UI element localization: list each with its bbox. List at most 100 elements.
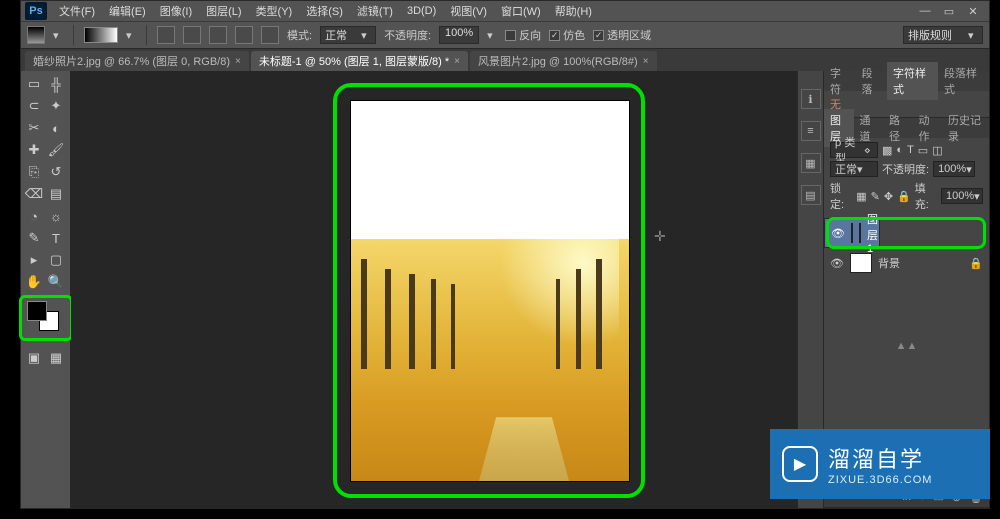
menu-edit[interactable]: 编辑(E) [103,1,152,21]
layer-thumbnail[interactable] [850,253,872,273]
hand-tool[interactable]: ✋ [23,271,45,293]
chevron-down-icon[interactable]: ▾ [487,29,497,42]
document-image [351,239,629,481]
crop-tool[interactable]: ✂ [23,117,45,139]
gradient-preview[interactable] [84,27,118,43]
tab-character[interactable]: 字符 [824,62,856,100]
transparency-checkbox[interactable]: ✓透明区域 [593,27,651,43]
layout-rule-select[interactable]: 排版规则▾ [903,26,983,44]
watermark: ▶ 溜溜自学 ZIXUE.3D66.COM [770,429,990,499]
chevron-down-icon[interactable]: ▾ [126,29,136,42]
shape-tool[interactable]: ▢ [45,249,67,271]
dither-checkbox[interactable]: ✓仿色 [549,27,585,43]
document-tab[interactable]: 风景图片2.jpg @ 100%(RGB/8#)× [470,51,657,71]
color-swatches[interactable] [23,299,68,339]
gradient-tool[interactable]: ▤ [45,183,67,205]
chevron-down-icon[interactable]: ▾ [53,29,63,42]
opacity-label: 不透明度: [882,161,929,177]
opacity-label: 不透明度: [384,27,431,43]
type-tool[interactable]: T [45,227,67,249]
lock-all-icon[interactable]: 🔒 [897,190,911,203]
lock-pixels-icon[interactable]: ✎ [871,190,880,203]
menu-view[interactable]: 视图(V) [444,1,493,21]
menu-type[interactable]: 类型(Y) [250,1,299,21]
watermark-sub: ZIXUE.3D66.COM [828,474,932,486]
tab-para-style[interactable]: 段落样式 [938,62,989,100]
styles-panel-icon[interactable]: ▤ [801,185,821,205]
close-icon[interactable]: × [454,56,460,67]
screenmode-toggle[interactable]: ▦ [45,347,67,369]
layer-fill-input[interactable]: 100%▾ [941,188,983,204]
fill-label: 填充: [915,180,937,212]
magic-wand-tool[interactable]: ✦ [45,95,67,117]
menu-layer[interactable]: 图层(L) [200,1,247,21]
close-icon[interactable]: × [643,56,649,67]
lasso-tool[interactable]: ⊂ [23,95,45,117]
angle-gradient-icon[interactable] [209,26,227,44]
canvas-area[interactable]: ✛ [71,71,797,508]
lock-trans-icon[interactable]: ▦ [856,190,866,203]
marquee-tool[interactable]: ▭ [23,73,45,95]
move-tool[interactable]: ╬ [45,73,67,95]
foreground-color-swatch[interactable] [27,301,47,321]
blend-mode-select[interactable]: 正常▾ [830,161,878,177]
window-close-icon[interactable]: ✕ [961,3,985,19]
diamond-gradient-icon[interactable] [261,26,279,44]
tab-char-style[interactable]: 字符样式 [887,62,938,100]
eyedropper-tool[interactable]: ◐ [45,117,67,139]
eraser-tool[interactable]: ⌫ [23,183,45,205]
visibility-toggle-icon[interactable]: 👁 [830,257,844,270]
play-icon: ▶ [782,446,818,482]
linear-gradient-icon[interactable] [157,26,175,44]
filter-smart-icon[interactable]: ◫ [932,144,942,157]
window-maximize-icon[interactable]: ▭ [937,3,961,19]
healing-tool[interactable]: ✚ [23,139,45,161]
lock-label: 锁定: [830,180,852,212]
menu-filter[interactable]: 滤镜(T) [351,1,399,21]
document-tab[interactable]: 未标题-1 @ 50% (图层 1, 图层蒙版/8) *× [251,51,468,71]
info-panel-icon[interactable]: ℹ [801,89,821,109]
decorative-icon: ▲▲ [824,340,989,352]
filter-type-icon[interactable]: T [907,144,914,156]
filter-pixel-icon[interactable]: ▩ [882,144,892,157]
swatches-panel-icon[interactable]: ▦ [801,153,821,173]
reflected-gradient-icon[interactable] [235,26,253,44]
mode-select[interactable]: 正常▾ [320,26,376,44]
menu-3d[interactable]: 3D(D) [401,3,442,19]
tab-paragraph[interactable]: 段落 [856,62,888,100]
close-icon[interactable]: × [235,56,241,67]
menu-image[interactable]: 图像(I) [154,1,198,21]
layer-row[interactable]: 👁 背景 🔒 [824,248,989,278]
watermark-title: 溜溜自学 [828,442,932,474]
menu-window[interactable]: 窗口(W) [495,1,547,21]
mode-label: 模式: [287,27,312,43]
menu-help[interactable]: 帮助(H) [549,1,598,21]
window-minimize-icon[interactable]: — [913,3,937,19]
quickmask-toggle[interactable]: ▣ [23,347,45,369]
history-brush-tool[interactable]: ↺ [45,161,67,183]
pen-tool[interactable]: ✎ [23,227,45,249]
layer-opacity-input[interactable]: 100%▾ [933,161,975,177]
menu-file[interactable]: 文件(F) [53,1,101,21]
layer-name[interactable]: 背景 [878,255,900,271]
document [351,101,629,481]
layer-thumbnail[interactable] [851,223,853,243]
path-select-tool[interactable]: ▸ [23,249,45,271]
filter-adjust-icon[interactable]: ◐ [896,144,903,156]
opacity-input[interactable]: 100% [439,26,479,44]
lock-position-icon[interactable]: ✥ [884,190,893,203]
dodge-tool[interactable]: ☼ [45,205,67,227]
zoom-tool[interactable]: 🔍 [45,271,67,293]
blur-tool[interactable]: ◔ [23,205,45,227]
brush-tool[interactable]: 🖌 [45,139,67,161]
reverse-checkbox[interactable]: 反向 [505,27,541,43]
document-tab[interactable]: 婚纱照片2.jpg @ 66.7% (图层 0, RGB/8)× [25,51,249,71]
stamp-tool[interactable]: ⎘ [23,161,45,183]
radial-gradient-icon[interactable] [183,26,201,44]
layer-list: 👁 图层 1 👁 背景 🔒 [824,216,989,280]
ruler-panel-icon[interactable]: ≡ [801,121,821,141]
menu-select[interactable]: 选择(S) [300,1,349,21]
layer-kind-filter[interactable]: ρ 类型⋄ [830,142,878,158]
gradient-tool-icon[interactable] [27,26,45,44]
filter-shape-icon[interactable]: ▭ [918,144,928,157]
